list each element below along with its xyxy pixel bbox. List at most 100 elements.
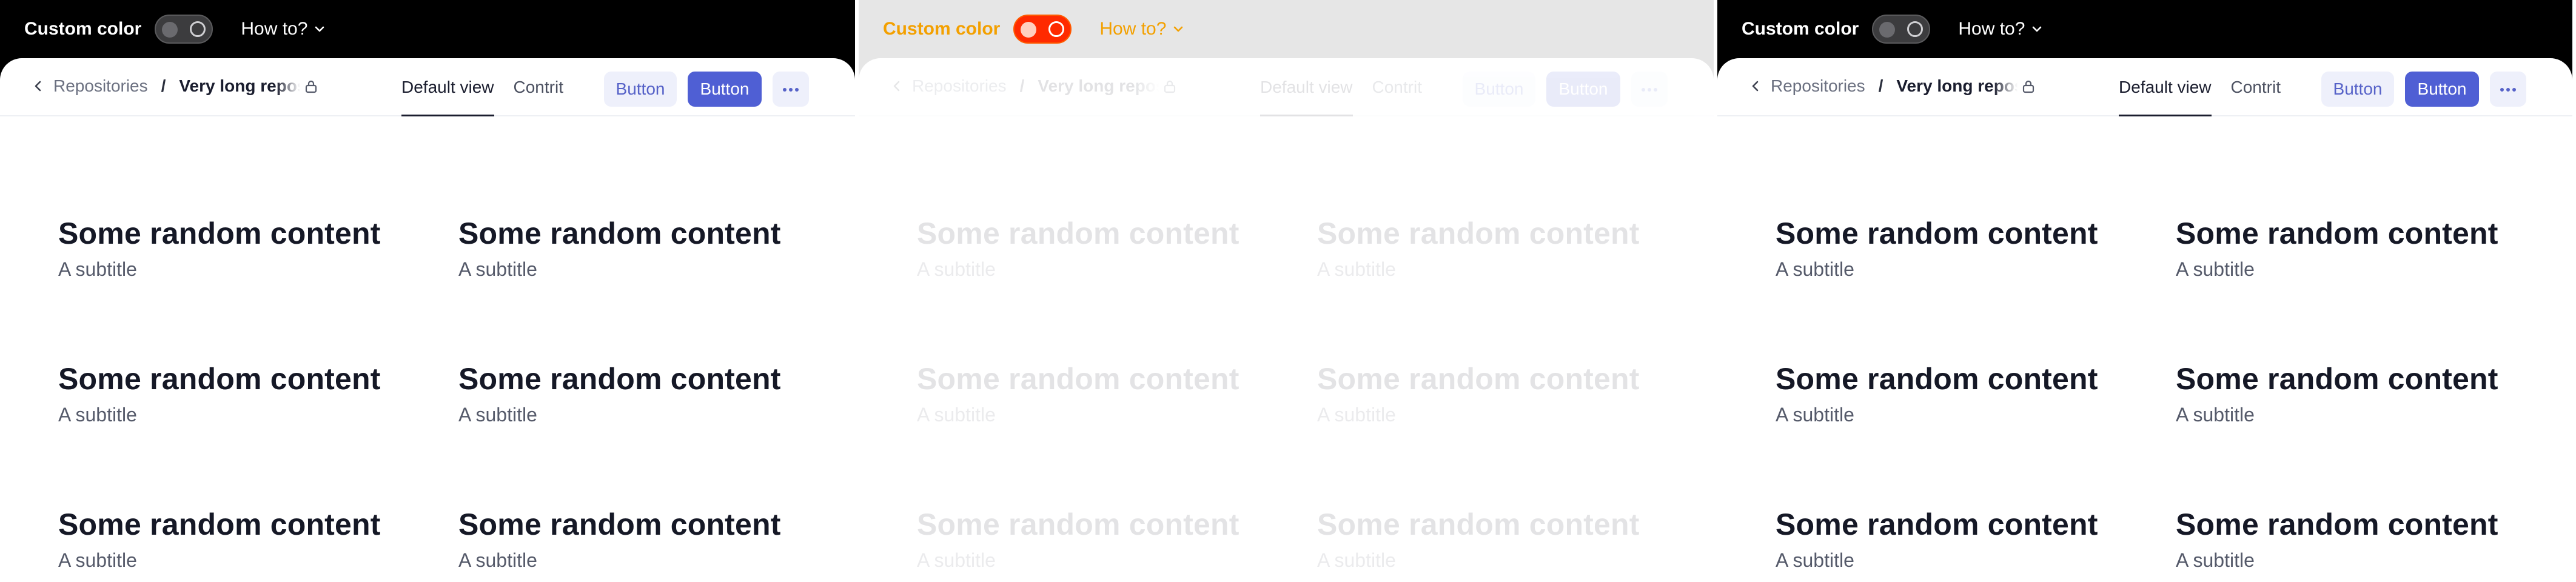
view-tabs: Default view Contrit bbox=[2119, 58, 2305, 116]
how-to-button[interactable]: How to? bbox=[241, 19, 326, 39]
panel-original: Custom color How to? Repositories / Very… bbox=[0, 0, 855, 582]
item-subtitle: A subtitle bbox=[458, 258, 537, 280]
item-title: Some random content bbox=[1317, 507, 1640, 541]
lock-button[interactable] bbox=[2014, 73, 2042, 101]
lock-button[interactable] bbox=[1156, 73, 1184, 101]
content-item: Some random content A subtitle bbox=[458, 361, 810, 426]
content-item: Some random content A subtitle bbox=[1317, 507, 1669, 572]
secondary-button[interactable]: Button bbox=[604, 72, 677, 107]
item-subtitle: A subtitle bbox=[1776, 549, 1854, 571]
breadcrumb: Repositories / Very long repos bbox=[32, 76, 301, 96]
content-item: Some random content A subtitle bbox=[1776, 361, 2127, 426]
toggle-knob bbox=[1879, 22, 1896, 38]
tab-default-view[interactable]: Default view bbox=[401, 58, 494, 116]
custom-color-toggle[interactable] bbox=[1013, 15, 1072, 44]
item-subtitle: A subtitle bbox=[2176, 549, 2255, 571]
how-to-button[interactable]: How to? bbox=[1958, 19, 2043, 39]
panel-faded: Custom color How to? Repositories / Very… bbox=[859, 0, 1714, 582]
custom-color-toggle[interactable] bbox=[155, 15, 213, 44]
tab-contrib[interactable]: Contrit bbox=[2231, 58, 2286, 116]
content-item: Some random content A subtitle bbox=[458, 507, 810, 572]
nav-bar: Repositories / Very long repos Default v… bbox=[859, 58, 1714, 116]
nav-bar: Repositories / Very long repos Default v… bbox=[1717, 58, 2572, 116]
more-button[interactable] bbox=[773, 72, 809, 107]
item-title: Some random content bbox=[917, 362, 1239, 396]
how-to-label: How to? bbox=[1099, 19, 1167, 39]
content-item: Some random content A subtitle bbox=[1317, 361, 1669, 426]
top-bar: Custom color How to? bbox=[1717, 0, 2572, 58]
view-tabs: Default view Contrit bbox=[401, 58, 588, 116]
item-title: Some random content bbox=[1317, 216, 1640, 250]
item-title: Some random content bbox=[458, 507, 781, 541]
breadcrumb-parent[interactable]: Repositories bbox=[53, 76, 148, 96]
item-title: Some random content bbox=[1776, 216, 2098, 250]
lock-icon bbox=[305, 80, 317, 93]
item-subtitle: A subtitle bbox=[1317, 404, 1396, 426]
breadcrumb-separator: / bbox=[1878, 76, 1883, 95]
item-subtitle: A subtitle bbox=[1776, 404, 1854, 426]
item-title: Some random content bbox=[58, 216, 381, 250]
chevron-left-icon[interactable] bbox=[1749, 79, 1762, 93]
item-subtitle: A subtitle bbox=[458, 404, 537, 426]
item-title: Some random content bbox=[458, 362, 781, 396]
content-item: Some random content A subtitle bbox=[2176, 507, 2527, 572]
content-item: Some random content A subtitle bbox=[917, 216, 1269, 281]
tab-default-view[interactable]: Default view bbox=[1260, 58, 1353, 116]
item-subtitle: A subtitle bbox=[917, 404, 996, 426]
primary-button[interactable]: Button bbox=[688, 72, 762, 107]
view-tabs: Default view Contrit bbox=[1260, 58, 1446, 116]
content-item: Some random content A subtitle bbox=[1776, 216, 2127, 281]
more-button[interactable] bbox=[1631, 72, 1668, 107]
toggle-knob bbox=[162, 22, 178, 38]
custom-color-label: Custom color bbox=[883, 19, 1001, 39]
item-subtitle: A subtitle bbox=[58, 549, 137, 571]
item-subtitle: A subtitle bbox=[458, 549, 537, 571]
tab-contrib[interactable]: Contrit bbox=[1372, 58, 1427, 116]
custom-color-toggle[interactable] bbox=[1872, 15, 1931, 44]
how-to-button[interactable]: How to? bbox=[1099, 19, 1184, 39]
toggle-ring bbox=[190, 21, 206, 37]
content-item: Some random content A subtitle bbox=[2176, 361, 2527, 426]
toggle-knob bbox=[1021, 22, 1037, 38]
main-card: Repositories / Very long repos Default v… bbox=[1717, 58, 2572, 582]
breadcrumb-separator: / bbox=[161, 76, 166, 95]
breadcrumb-current: Very long repos bbox=[179, 76, 301, 96]
item-subtitle: A subtitle bbox=[58, 404, 137, 426]
more-horizontal-icon bbox=[1640, 84, 1659, 95]
item-subtitle: A subtitle bbox=[1317, 549, 1396, 571]
chevron-left-icon[interactable] bbox=[890, 79, 904, 93]
content-item: Some random content A subtitle bbox=[2176, 216, 2527, 281]
item-subtitle: A subtitle bbox=[1317, 258, 1396, 280]
more-button[interactable] bbox=[2490, 72, 2526, 107]
toggle-ring bbox=[1907, 21, 1924, 37]
tab-default-view[interactable]: Default view bbox=[2119, 58, 2212, 116]
top-bar: Custom color How to? bbox=[0, 0, 855, 58]
primary-button[interactable]: Button bbox=[1546, 72, 1620, 107]
chevron-left-icon[interactable] bbox=[32, 79, 45, 93]
item-subtitle: A subtitle bbox=[917, 549, 996, 571]
breadcrumb-current: Very long repos bbox=[1896, 76, 2018, 96]
secondary-button[interactable]: Button bbox=[2321, 72, 2394, 107]
item-title: Some random content bbox=[1776, 507, 2098, 541]
secondary-button[interactable]: Button bbox=[1463, 72, 1535, 107]
content-item: Some random content A subtitle bbox=[58, 507, 410, 572]
breadcrumb-parent[interactable]: Repositories bbox=[1771, 76, 1865, 96]
item-title: Some random content bbox=[917, 507, 1239, 541]
chevron-down-icon bbox=[1174, 26, 1183, 32]
custom-color-label: Custom color bbox=[24, 19, 142, 39]
item-subtitle: A subtitle bbox=[917, 258, 996, 280]
how-to-label: How to? bbox=[241, 19, 308, 39]
primary-button[interactable]: Button bbox=[2405, 72, 2479, 107]
tab-contrib[interactable]: Contrit bbox=[514, 58, 568, 116]
toggle-ring bbox=[1048, 21, 1065, 37]
content-item: Some random content A subtitle bbox=[1776, 507, 2127, 572]
item-subtitle: A subtitle bbox=[2176, 258, 2255, 280]
breadcrumb-current: Very long repos bbox=[1038, 76, 1159, 96]
panel-copy: Custom color How to? Repositories / Very… bbox=[1717, 0, 2572, 582]
item-subtitle: A subtitle bbox=[1776, 258, 1854, 280]
main-card: Repositories / Very long repos Default v… bbox=[859, 58, 1714, 582]
breadcrumb-parent[interactable]: Repositories bbox=[912, 76, 1007, 96]
chevron-down-icon bbox=[2033, 26, 2042, 32]
lock-icon bbox=[1164, 80, 1176, 93]
lock-button[interactable] bbox=[297, 73, 325, 101]
